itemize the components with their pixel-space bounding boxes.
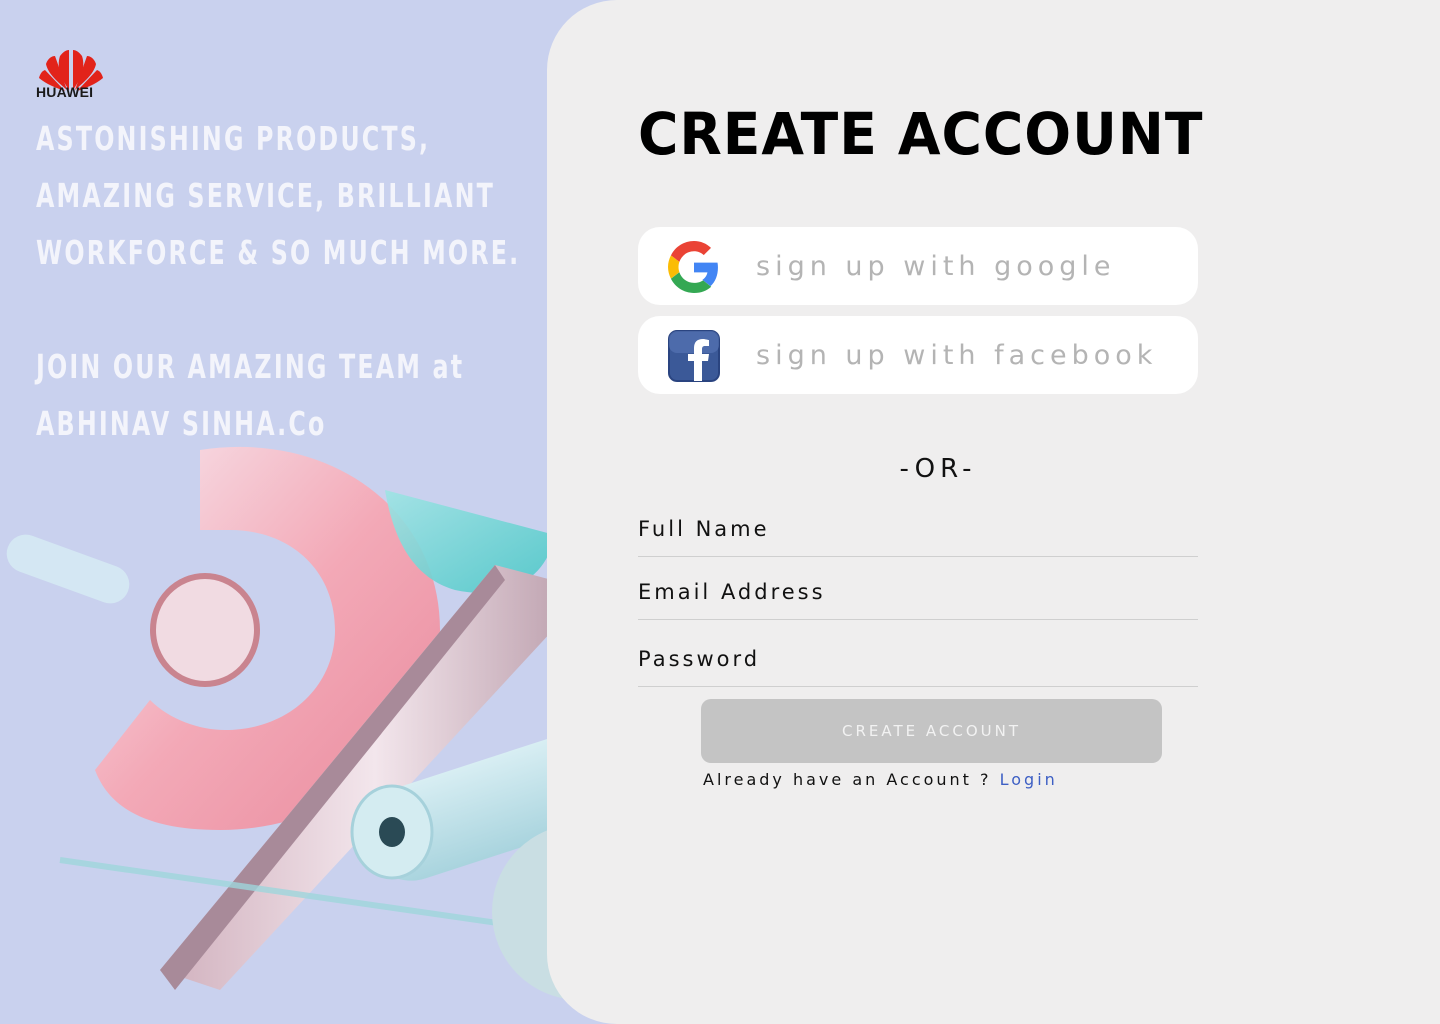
facebook-signup-button[interactable]: sign up with facebook — [638, 316, 1198, 394]
login-prompt: Already have an Account ? Login — [703, 770, 1058, 789]
full-name-input[interactable] — [638, 506, 1198, 552]
brand-name: HUAWEI — [36, 84, 94, 100]
google-icon — [668, 241, 718, 293]
login-link[interactable]: Login — [1000, 770, 1058, 789]
email-input[interactable] — [638, 569, 1198, 615]
or-divider: -OR- — [899, 454, 977, 484]
full-name-field[interactable] — [638, 506, 1198, 557]
join-line-1: JOIN OUR AMAZING TEAM at — [36, 347, 465, 386]
password-field[interactable] — [638, 636, 1198, 687]
google-signup-button[interactable]: sign up with google — [638, 227, 1198, 305]
already-text: Already have an Account ? — [703, 770, 992, 789]
create-account-button[interactable]: CREATE ACCOUNT — [701, 699, 1162, 763]
facebook-icon — [668, 330, 720, 382]
page-title: CREATE ACCOUNT — [638, 100, 1204, 168]
tagline: ASTONISHING PRODUCTS, AMAZING SERVICE, B… — [36, 119, 521, 272]
email-field[interactable] — [638, 569, 1198, 620]
facebook-signup-label: sign up with facebook — [756, 340, 1158, 371]
google-signup-label: sign up with google — [756, 251, 1116, 282]
password-input[interactable] — [638, 636, 1198, 682]
